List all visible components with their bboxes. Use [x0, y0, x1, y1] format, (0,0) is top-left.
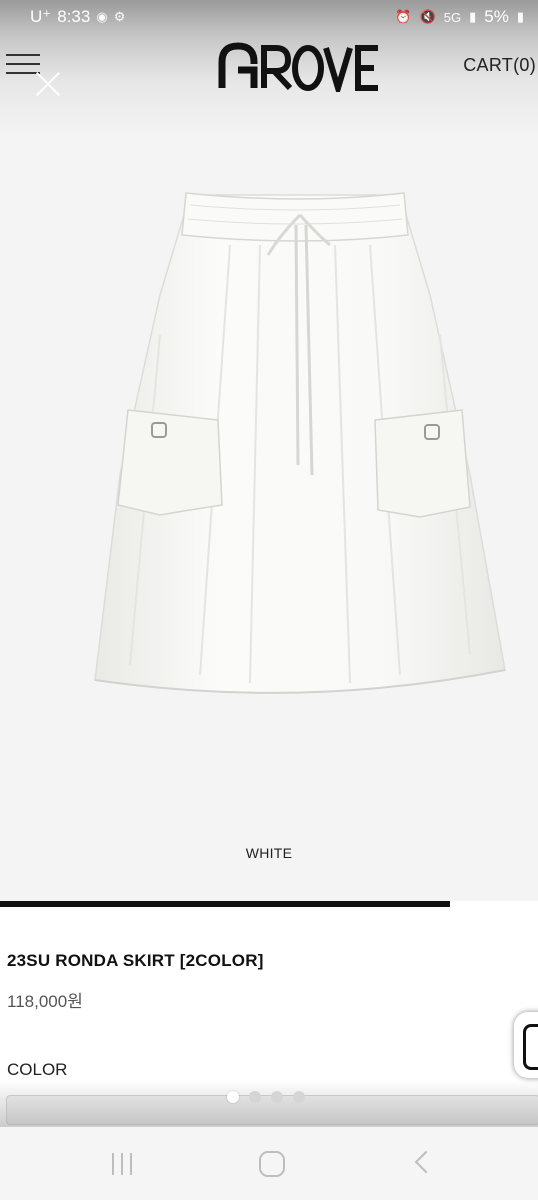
carousel-dot[interactable] [227, 1091, 239, 1103]
cart-button[interactable]: CART(0) [463, 55, 536, 76]
network-label: 5G [443, 9, 462, 25]
battery-label: 5% [484, 7, 509, 26]
bottom-overlay [0, 1080, 538, 1128]
app-notification-icon: ⚙ [113, 9, 126, 24]
carousel-dots [227, 1091, 305, 1103]
product-image-gallery[interactable]: WHITE [0, 135, 538, 900]
home-icon[interactable] [259, 1151, 285, 1177]
mute-icon: 🔇 [419, 9, 436, 24]
notification-icon: ◉ [96, 9, 108, 24]
logo-wordmark [218, 42, 378, 99]
alarm-icon: ⏰ [395, 9, 412, 24]
signal-icon: ▮ [469, 9, 477, 24]
back-icon[interactable] [414, 1150, 438, 1174]
battery-icon: ▮ [516, 9, 524, 24]
recent-apps-icon[interactable] [110, 1153, 134, 1175]
time-label: 8:33 [57, 7, 91, 26]
carrier-label: U⁺ [30, 7, 52, 26]
carousel-dot[interactable] [271, 1091, 283, 1103]
skirt-image [94, 192, 506, 694]
color-label: COLOR [7, 1060, 68, 1079]
system-nav-bar [0, 1127, 538, 1200]
floating-chat-button[interactable] [514, 1012, 538, 1078]
product-name: 23SU RONDA SKIRT [2COLOR] [7, 951, 264, 970]
carousel-dot[interactable] [293, 1091, 305, 1103]
brand-logo[interactable] [214, 40, 384, 99]
carousel-dot[interactable] [249, 1091, 261, 1103]
status-bar: U⁺ 8:33 ◉ ⚙ ⏰ 🔇 5G ▮ 5% ▮ [0, 0, 538, 36]
screen: CART(0) U⁺ 8:33 ◉ ⚙ ⏰ 🔇 5G ▮ 5% ▮ WHITE … [0, 0, 538, 1200]
close-icon[interactable] [32, 68, 64, 100]
product-price: 118,000원 [7, 992, 83, 1011]
color-caption: WHITE [245, 845, 293, 861]
